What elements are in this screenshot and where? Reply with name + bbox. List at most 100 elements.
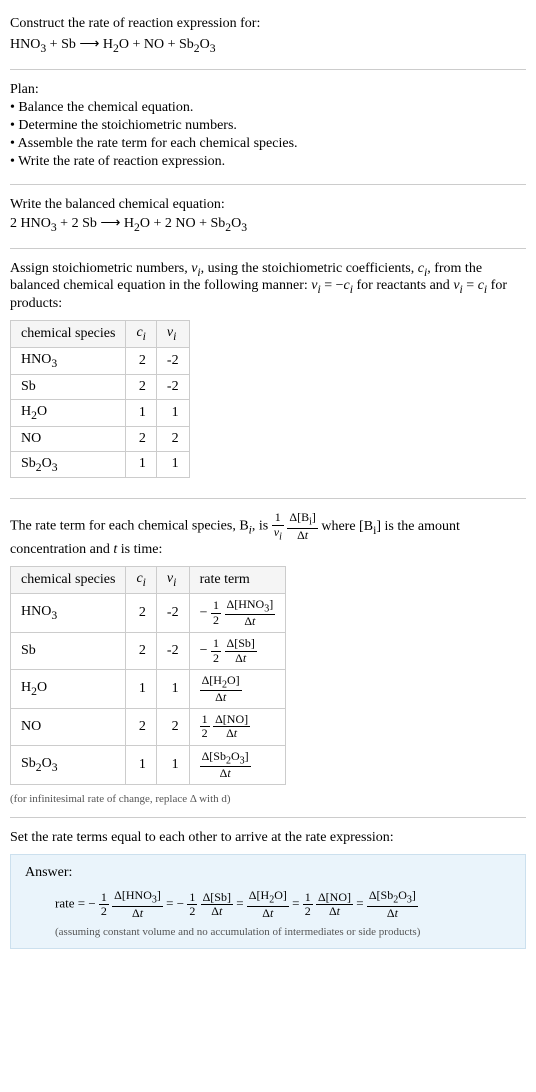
plan-item: Assemble the rate term for each chemical… xyxy=(10,136,526,152)
cell-vi: 1 xyxy=(156,399,189,426)
balanced-section: Write the balanced chemical equation: 2 … xyxy=(10,189,526,244)
plan-item: Determine the stoichiometric numbers. xyxy=(10,118,526,134)
cell-ci: 1 xyxy=(126,451,156,478)
cell-rate: − 12 Δ[Sb]Δt xyxy=(189,633,286,669)
balanced-title: Write the balanced chemical equation: xyxy=(10,197,526,213)
table-header-row: chemical species ci νi rate term xyxy=(11,566,286,593)
col-ci: ci xyxy=(126,321,156,348)
coef-frac: 12 xyxy=(211,599,221,626)
cell-vi: -2 xyxy=(156,347,189,374)
table-row: NO 2 2 12 Δ[NO]Δt xyxy=(11,709,286,745)
cell-rate: Δ[H2O]Δt xyxy=(189,669,286,709)
cell-rate: 12 Δ[NO]Δt xyxy=(189,709,286,745)
table-header-row: chemical species ci νi xyxy=(11,321,190,348)
frac-1-over-vi: 1νi xyxy=(272,511,284,542)
coef-frac: 12 xyxy=(200,713,210,740)
cell-species: Sb xyxy=(11,374,126,399)
plan-section: Plan: Balance the chemical equation. Det… xyxy=(10,74,526,180)
cell-ci: 2 xyxy=(126,347,156,374)
balanced-equation: 2 HNO3 + 2 Sb ⟶ H2O + 2 NO + Sb2O3 xyxy=(10,215,526,234)
delta-frac: Δ[HNO3]Δt xyxy=(225,598,276,629)
answer-box: Answer: rate = − 12 Δ[HNO3]Δt = − 12 Δ[S… xyxy=(10,854,526,949)
cell-vi: 1 xyxy=(156,745,189,785)
header-section: Construct the rate of reaction expressio… xyxy=(10,8,526,65)
cell-vi: -2 xyxy=(156,593,189,633)
col-rate: rate term xyxy=(189,566,286,593)
delta-frac: Δ[Sb2O3]Δt xyxy=(200,750,251,781)
cell-ci: 2 xyxy=(126,633,156,669)
rateterm-table: chemical species ci νi rate term HNO3 2 … xyxy=(10,566,286,785)
plan-item: Balance the chemical equation. xyxy=(10,100,526,116)
cell-species: HNO3 xyxy=(11,347,126,374)
cell-species: Sb2O3 xyxy=(11,745,126,785)
cell-species: NO xyxy=(11,426,126,451)
cell-vi: -2 xyxy=(156,633,189,669)
delta-frac: Δ[Sb2O3]Δt xyxy=(367,889,418,920)
answer-rate-expression: rate = − 12 Δ[HNO3]Δt = − 12 Δ[Sb]Δt = Δ… xyxy=(25,889,511,920)
rateterm-section: The rate term for each chemical species,… xyxy=(10,503,526,813)
coef-frac: 12 xyxy=(211,637,221,664)
cell-species: H2O xyxy=(11,399,126,426)
delta-frac: Δ[H2O]Δt xyxy=(200,674,242,705)
table-row: HNO3 2 -2 − 12 Δ[HNO3]Δt xyxy=(11,593,286,633)
cell-vi: -2 xyxy=(156,374,189,399)
coef-frac: 12 xyxy=(187,891,197,918)
rate-term: Δ[Sb2O3]Δt xyxy=(367,896,418,911)
cell-ci: 1 xyxy=(126,745,156,785)
col-species: chemical species xyxy=(11,566,126,593)
divider xyxy=(10,69,526,70)
table-row: Sb 2 -2 − 12 Δ[Sb]Δt xyxy=(11,633,286,669)
divider xyxy=(10,498,526,499)
rate-term: Δ[H2O]Δt xyxy=(247,896,292,911)
cell-ci: 2 xyxy=(126,374,156,399)
col-ci: ci xyxy=(126,566,156,593)
cell-species: H2O xyxy=(11,669,126,709)
table-row: NO 2 2 xyxy=(11,426,190,451)
cell-ci: 2 xyxy=(126,426,156,451)
answer-label: Answer: xyxy=(25,865,511,881)
cell-rate: Δ[Sb2O3]Δt xyxy=(189,745,286,785)
table-row: Sb 2 -2 xyxy=(11,374,190,399)
frac-dBi-dt: Δ[Bi]Δt xyxy=(287,511,318,542)
table-row: HNO3 2 -2 xyxy=(11,347,190,374)
cell-species: Sb xyxy=(11,633,126,669)
delta-frac: Δ[HNO3]Δt xyxy=(112,889,163,920)
stoich-table: chemical species ci νi HNO3 2 -2 Sb 2 -2… xyxy=(10,320,190,478)
page-title: Construct the rate of reaction expressio… xyxy=(10,16,526,32)
stoich-intro: Assign stoichiometric numbers, νi, using… xyxy=(10,261,526,313)
delta-frac: Δ[Sb]Δt xyxy=(225,637,257,664)
delta-frac: Δ[Sb]Δt xyxy=(201,891,233,918)
divider xyxy=(10,248,526,249)
table-row: H2O 1 1 xyxy=(11,399,190,426)
col-species: chemical species xyxy=(11,321,126,348)
rate-term: − 12 Δ[HNO3]Δt xyxy=(88,896,166,911)
plan-title: Plan: xyxy=(10,82,526,98)
cell-vi: 2 xyxy=(156,709,189,745)
rate-term: 12 Δ[NO]Δt xyxy=(303,896,357,911)
final-title: Set the rate terms equal to each other t… xyxy=(10,830,526,846)
delta-frac: Δ[NO]Δt xyxy=(316,891,353,918)
rateterm-intro: The rate term for each chemical species,… xyxy=(10,511,526,558)
rateterm-body: HNO3 2 -2 − 12 Δ[HNO3]Δt Sb 2 -2 − 12 Δ[… xyxy=(11,593,286,784)
cell-species: Sb2O3 xyxy=(11,451,126,478)
cell-species: HNO3 xyxy=(11,593,126,633)
cell-rate: − 12 Δ[HNO3]Δt xyxy=(189,593,286,633)
table-row: Sb2O3 1 1 xyxy=(11,451,190,478)
final-section: Set the rate terms equal to each other t… xyxy=(10,822,526,957)
divider xyxy=(10,817,526,818)
rate-term: − 12 Δ[Sb]Δt xyxy=(177,896,236,911)
coef-frac: 12 xyxy=(303,891,313,918)
stoich-section: Assign stoichiometric numbers, νi, using… xyxy=(10,253,526,495)
cell-ci: 2 xyxy=(126,593,156,633)
divider xyxy=(10,184,526,185)
rateterm-note: (for infinitesimal rate of change, repla… xyxy=(10,793,526,805)
col-vi: νi xyxy=(156,566,189,593)
delta-frac: Δ[H2O]Δt xyxy=(247,889,289,920)
cell-vi: 1 xyxy=(156,669,189,709)
cell-vi: 2 xyxy=(156,426,189,451)
plan-item: Write the rate of reaction expression. xyxy=(10,154,526,170)
delta-frac: Δ[NO]Δt xyxy=(213,713,250,740)
cell-ci: 1 xyxy=(126,669,156,709)
col-vi: νi xyxy=(156,321,189,348)
unbalanced-equation: HNO3 + Sb ⟶ H2O + NO + Sb2O3 xyxy=(10,36,526,55)
